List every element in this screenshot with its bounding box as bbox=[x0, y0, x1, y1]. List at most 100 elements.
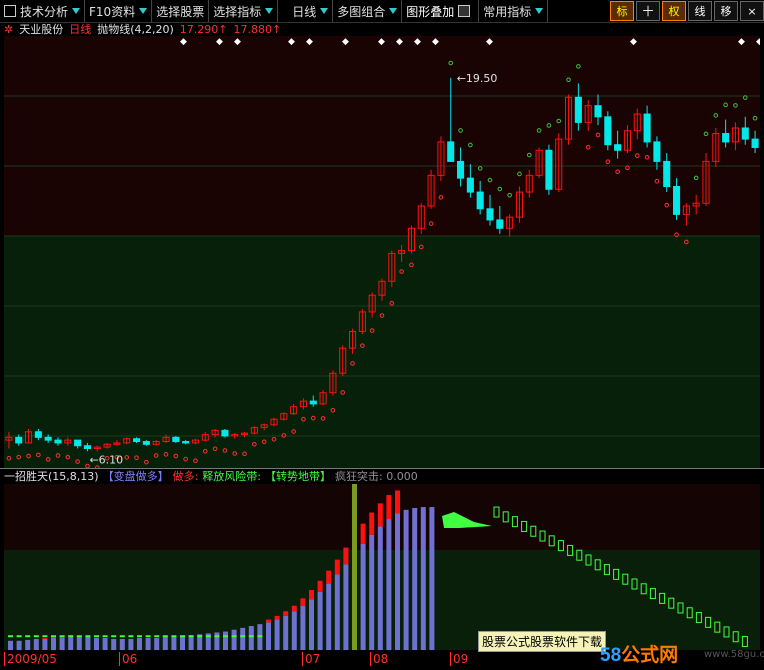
oscillator-bar bbox=[76, 637, 82, 650]
lower-background bbox=[4, 236, 760, 468]
high-price-label: ←19.50 bbox=[457, 72, 498, 85]
oscillator-bar bbox=[102, 638, 108, 650]
early-signal-mark bbox=[180, 635, 185, 638]
early-signal-mark bbox=[248, 635, 254, 638]
dropdown-arrow-icon bbox=[320, 8, 329, 14]
sar-value-1: 17.290↑ bbox=[179, 22, 228, 36]
early-signal-mark bbox=[154, 635, 160, 638]
signal-marker: ◆ bbox=[432, 37, 439, 47]
candlestick-chart[interactable]: ←19.50 ←6.10 ◆ ◆ ◆ ◆ ◆ ◆ ◆ ◆ ◆ ◆ ◆ ◆ ◆ ◆ bbox=[4, 36, 760, 468]
candle-body bbox=[457, 160, 465, 179]
early-signal-mark bbox=[59, 635, 65, 638]
risk-band-bar bbox=[274, 615, 280, 620]
early-signal-mark bbox=[205, 635, 211, 638]
oscillator-bar bbox=[240, 627, 246, 650]
early-signal-mark bbox=[162, 635, 168, 638]
low-price-label: ←6.10 bbox=[89, 453, 123, 466]
oscillator-bar bbox=[386, 519, 392, 650]
signal-marker: ◆ bbox=[306, 37, 313, 47]
oscillator-bar bbox=[326, 583, 332, 650]
oscillator-chart[interactable] bbox=[4, 484, 760, 650]
oscillator-bar bbox=[377, 526, 383, 650]
stock-name: 天业股份 bbox=[19, 23, 64, 36]
early-signal-mark bbox=[257, 635, 263, 638]
oscillator-bar bbox=[274, 619, 280, 650]
oscillator-bar bbox=[145, 638, 151, 650]
risk-band-bar bbox=[317, 580, 323, 592]
move-button[interactable]: 移 bbox=[714, 1, 738, 21]
oscillator-bar bbox=[429, 507, 435, 650]
candle-body bbox=[15, 436, 23, 444]
oscillator-bar bbox=[317, 591, 323, 650]
candle-body bbox=[83, 445, 91, 449]
signal-marker: ◆ bbox=[342, 37, 349, 47]
turn-signal-bar bbox=[352, 484, 357, 650]
rights-button[interactable]: 权 bbox=[662, 1, 686, 21]
mark-button[interactable]: 标 bbox=[610, 1, 634, 21]
oscillator-bar bbox=[111, 638, 117, 650]
candle-body bbox=[673, 186, 681, 215]
dropdown-arrow-icon bbox=[265, 8, 274, 14]
candle-body bbox=[751, 138, 759, 148]
select-stock-label: 选择股票 bbox=[156, 4, 205, 19]
oscillator-bar bbox=[420, 507, 426, 650]
overlay-menu[interactable]: 图形叠加 bbox=[402, 0, 480, 22]
early-signal-mark bbox=[33, 635, 39, 638]
indicator-name: 抛物线(4,2,20) bbox=[97, 23, 174, 36]
x-label-3: 08 bbox=[370, 652, 388, 666]
risk-band-bar bbox=[369, 512, 375, 535]
risk-band-bar bbox=[377, 503, 383, 527]
early-signal-mark bbox=[51, 635, 56, 638]
candle-body bbox=[614, 144, 622, 151]
early-signal-mark bbox=[214, 635, 220, 638]
oscillator-bar bbox=[223, 631, 228, 650]
candle-body bbox=[182, 441, 190, 444]
early-signal-mark bbox=[16, 635, 22, 638]
candle-body bbox=[221, 429, 229, 437]
early-signal-mark bbox=[85, 635, 91, 638]
candle-body bbox=[643, 113, 651, 143]
signal-marker: ◆ bbox=[378, 37, 385, 47]
oscillator-bar bbox=[51, 638, 56, 650]
tag-crazy-attack: 疯狂突击: 0.000 bbox=[335, 470, 418, 483]
oscillator-name: 一招胜天(15,8,13) bbox=[4, 470, 99, 483]
early-signal-mark bbox=[145, 635, 151, 638]
signal-marker: ◆ bbox=[486, 37, 493, 47]
early-signal-mark bbox=[76, 635, 82, 638]
risk-band-bar bbox=[360, 523, 366, 544]
signal-marker: ◆ bbox=[288, 37, 295, 47]
candle-body bbox=[44, 436, 52, 441]
candle-body bbox=[741, 127, 749, 140]
period-menu[interactable]: 日线 bbox=[278, 0, 334, 22]
signal-marker: ◆ bbox=[414, 37, 421, 47]
common-indicator-menu[interactable]: 常用指标 bbox=[479, 0, 549, 22]
select-indicator-menu[interactable]: 选择指标 bbox=[209, 0, 279, 22]
oscillator-bar bbox=[94, 638, 99, 650]
sar-value-2: 17.880↑ bbox=[233, 22, 282, 36]
line-button[interactable]: 线 bbox=[688, 1, 712, 21]
settings-icon[interactable]: ✲ bbox=[4, 23, 13, 36]
oscillator-bar bbox=[369, 534, 375, 650]
oscillator-bar bbox=[180, 636, 185, 650]
candle-body bbox=[594, 105, 602, 118]
x-label-0: 2009/05 bbox=[4, 652, 57, 666]
window-icon bbox=[4, 5, 16, 17]
oscillator-bar bbox=[59, 638, 65, 650]
risk-band-bar bbox=[291, 605, 297, 612]
early-signal-mark bbox=[137, 635, 142, 638]
tech-analysis-menu[interactable]: 技术分析 bbox=[0, 0, 86, 22]
candle-body bbox=[574, 96, 582, 123]
select-stock-menu[interactable]: 选择股票 bbox=[152, 0, 210, 22]
overlay-label: 图形叠加 bbox=[406, 4, 455, 19]
candle-body bbox=[34, 431, 42, 438]
dropdown-arrow-icon bbox=[535, 8, 544, 14]
early-signal-mark bbox=[94, 635, 99, 638]
f10-menu[interactable]: F10资料 bbox=[85, 0, 153, 22]
candle-body bbox=[133, 438, 141, 443]
signal-marker: ◆ bbox=[180, 37, 187, 47]
dropdown-arrow-icon bbox=[139, 8, 148, 14]
crosshair-button[interactable]: 十 bbox=[636, 1, 660, 21]
multi-chart-menu[interactable]: 多图组合 bbox=[333, 0, 403, 22]
candle-body bbox=[663, 160, 671, 188]
close-button[interactable]: × bbox=[740, 1, 764, 21]
